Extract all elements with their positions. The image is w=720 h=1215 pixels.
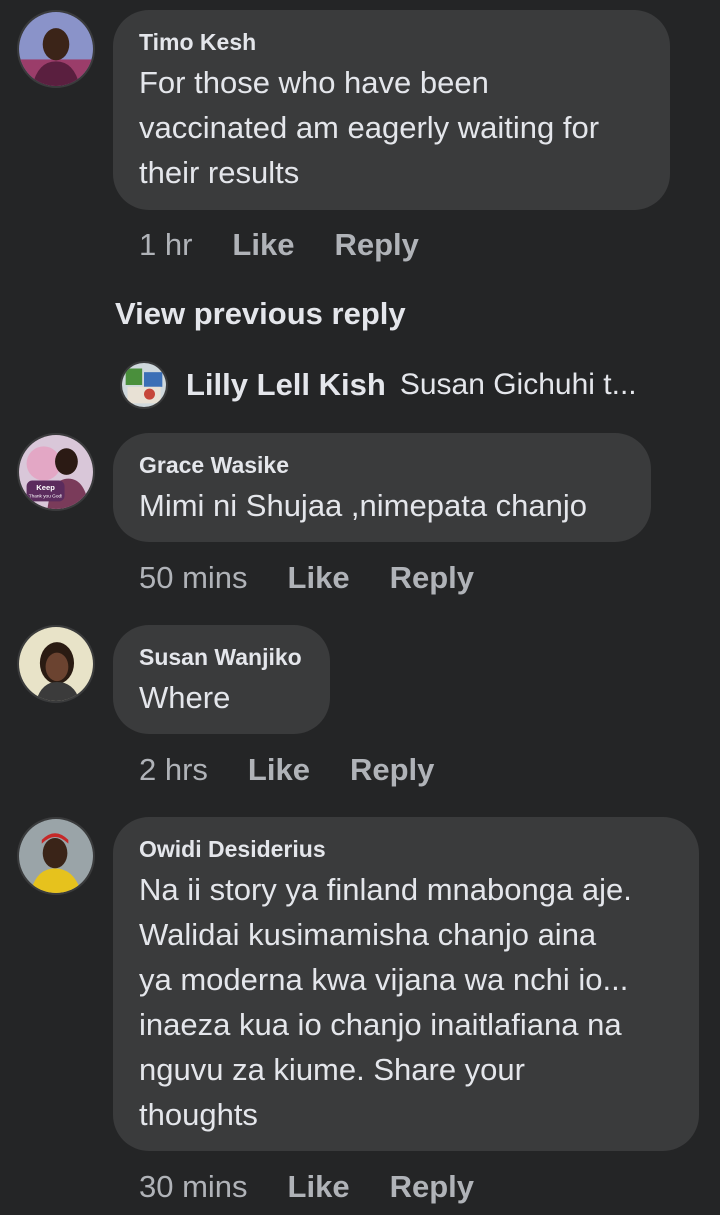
comment-author[interactable]: Owidi Desiderius: [139, 835, 673, 863]
comment-text: Na ii story ya finland mnabonga aje. Wal…: [139, 872, 632, 1132]
like-button[interactable]: Like: [232, 225, 294, 265]
comment-actions: 50 mins Like Reply: [139, 558, 514, 598]
avatar[interactable]: [17, 625, 95, 703]
avatar[interactable]: [17, 817, 95, 895]
comment-author[interactable]: Timo Kesh: [139, 28, 644, 56]
like-button[interactable]: Like: [288, 558, 350, 598]
reply-preview[interactable]: Lilly Lell Kish Susan Gichuhi t...: [120, 360, 637, 410]
comment-actions: 1 hr Like Reply: [139, 225, 459, 265]
reply-button[interactable]: Reply: [334, 225, 418, 265]
profile-photo-icon: Keep Thank you God!: [19, 435, 93, 509]
comment-timestamp[interactable]: 2 hrs: [139, 750, 208, 790]
profile-photo-icon: [19, 627, 93, 701]
comment-bubble: Timo Kesh For those who have been vaccin…: [113, 10, 670, 210]
avatar-badge-text: Thank you God!: [29, 494, 63, 500]
reply-author[interactable]: Lilly Lell Kish: [186, 367, 386, 403]
comment-bubble: Grace Wasike Mimi ni Shujaa ,nimepata ch…: [113, 433, 651, 542]
comment-bubble: Owidi Desiderius Na ii story ya finland …: [113, 817, 699, 1151]
avatar[interactable]: [120, 361, 168, 409]
comment-timestamp[interactable]: 30 mins: [139, 1167, 248, 1207]
reply-button[interactable]: Reply: [390, 558, 474, 598]
profile-photo-icon: [19, 12, 93, 86]
comment-timestamp[interactable]: 1 hr: [139, 225, 192, 265]
view-previous-reply-link[interactable]: View previous reply: [115, 294, 406, 334]
comment-text: For those who have been vaccinated am ea…: [139, 65, 600, 190]
comment-timestamp[interactable]: 50 mins: [139, 558, 248, 598]
avatar-badge-text: Keep: [36, 483, 55, 492]
comment-bubble: Susan Wanjiko Where: [113, 625, 330, 734]
comment-actions: 30 mins Like Reply: [139, 1167, 514, 1207]
profile-photo-icon: [122, 363, 166, 407]
reply-snippet: Susan Gichuhi t...: [399, 368, 637, 401]
comment-author[interactable]: Susan Wanjiko: [139, 643, 304, 671]
reply-button[interactable]: Reply: [350, 750, 434, 790]
comment-text: Where: [139, 680, 231, 715]
comment-author[interactable]: Grace Wasike: [139, 451, 625, 479]
comment-actions: 2 hrs Like Reply: [139, 750, 474, 790]
profile-photo-icon: [19, 819, 93, 893]
reply-button[interactable]: Reply: [390, 1167, 474, 1207]
comment-text: Mimi ni Shujaa ,nimepata chanjo: [139, 488, 588, 523]
like-button[interactable]: Like: [288, 1167, 350, 1207]
like-button[interactable]: Like: [248, 750, 310, 790]
avatar[interactable]: [17, 10, 95, 88]
avatar[interactable]: Keep Thank you God!: [17, 433, 95, 511]
